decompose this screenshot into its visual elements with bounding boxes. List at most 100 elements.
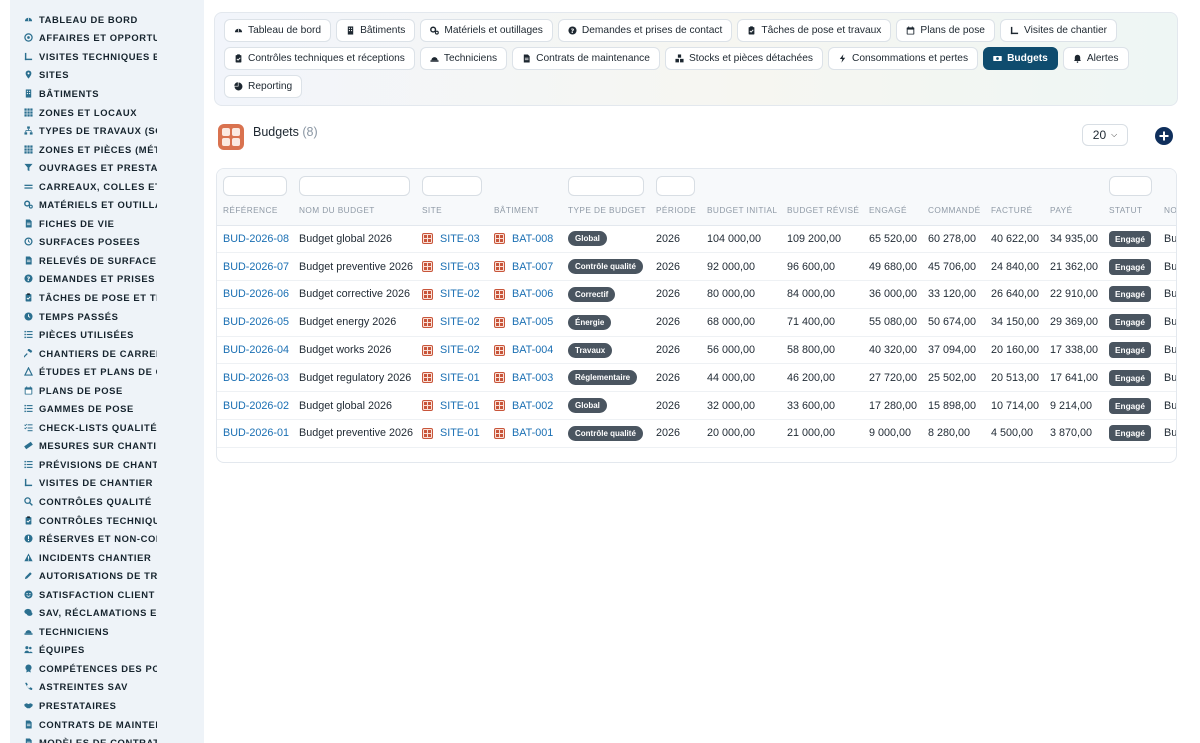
- building-link[interactable]: BAT-008: [512, 233, 553, 245]
- column-header[interactable]: STATUT: [1103, 196, 1158, 226]
- sidebar-item[interactable]: MATÉRIELS ET OUTILLAGES: [10, 195, 204, 214]
- table-row[interactable]: BUD-2026-01 Budget preventive 2026 SITE-01…: [217, 419, 1176, 448]
- site-link[interactable]: SITE-02: [440, 316, 480, 328]
- budget-reference-link[interactable]: BUD-2026-03: [223, 372, 289, 384]
- site-link[interactable]: SITE-01: [440, 427, 480, 439]
- filter-type-input[interactable]: [568, 176, 644, 196]
- budget-reference-link[interactable]: BUD-2026-02: [223, 400, 289, 412]
- nav-tab[interactable]: Contrats de maintenance: [512, 47, 660, 70]
- budget-reference-link[interactable]: BUD-2026-07: [223, 261, 289, 273]
- sidebar-item[interactable]: SATISFACTION CLIENT: [10, 585, 204, 604]
- building-link[interactable]: BAT-002: [512, 400, 553, 412]
- sidebar-item[interactable]: TABLEAU DE BORD: [10, 10, 204, 29]
- column-header[interactable]: BUDGET RÉVISÉ: [781, 196, 863, 226]
- sidebar-item[interactable]: RELEVÉS DE SURFACES: [10, 251, 204, 270]
- budget-reference-link[interactable]: BUD-2026-06: [223, 288, 289, 300]
- table-row[interactable]: BUD-2026-03 Budget regulatory 2026 SITE-01…: [217, 363, 1176, 393]
- column-header[interactable]: PÉRIODE: [650, 196, 701, 226]
- building-link[interactable]: BAT-007: [512, 261, 553, 273]
- column-header[interactable]: NOTES: [1158, 196, 1176, 226]
- nav-tab[interactable]: Stocks et pièces détachées: [664, 47, 823, 70]
- budget-reference-link[interactable]: BUD-2026-04: [223, 344, 289, 356]
- budget-reference-link[interactable]: BUD-2026-01: [223, 427, 289, 439]
- table-row[interactable]: BUD-2026-08 Budget global 2026 SITE-03 BAT-…: [217, 225, 1176, 254]
- column-header[interactable]: FACTURÉ: [985, 196, 1044, 226]
- nav-tab[interactable]: Techniciens: [419, 47, 508, 70]
- sidebar-item[interactable]: ASTREINTES SAV: [10, 678, 204, 697]
- site-link[interactable]: SITE-02: [440, 344, 480, 356]
- sidebar-item[interactable]: OUVRAGES ET PRESTATIONS: [10, 158, 204, 177]
- nav-tab[interactable]: Tableau de bord: [224, 19, 332, 42]
- sidebar-item[interactable]: VISITES DE CHANTIER: [10, 474, 204, 493]
- building-link[interactable]: BAT-004: [512, 344, 553, 356]
- column-header[interactable]: RÉFÉRENCE: [217, 196, 293, 226]
- sidebar-item[interactable]: TÂCHES DE POSE ET TRAVAUX: [10, 288, 204, 307]
- sidebar-item[interactable]: SITES: [10, 66, 204, 85]
- sidebar-item[interactable]: CHANTIERS DE CARRELAGE: [10, 344, 204, 363]
- nav-tab[interactable]: Contrôles techniques et réceptions: [224, 47, 415, 70]
- filter-reference-input[interactable]: [223, 176, 287, 196]
- building-link[interactable]: BAT-006: [512, 288, 553, 300]
- nav-tab[interactable]: Tâches de pose et travaux: [737, 19, 892, 42]
- column-header[interactable]: ENGAGÉ: [863, 196, 922, 226]
- sidebar-item[interactable]: CONTRATS DE MAINTENANCE: [10, 715, 204, 734]
- column-header[interactable]: COMMANDÉ: [922, 196, 985, 226]
- sidebar-item[interactable]: CONTRÔLES TECHNIQUES: [10, 511, 204, 530]
- column-header[interactable]: NOM DU BUDGET: [293, 196, 416, 226]
- nav-tab[interactable]: Visites de chantier: [999, 19, 1118, 42]
- sidebar-item[interactable]: ? DEMANDES ET PRISES DE CONTACT: [10, 270, 204, 289]
- sidebar-item[interactable]: AFFAIRES ET OPPORTUNITÉS: [10, 29, 204, 48]
- budget-reference-link[interactable]: BUD-2026-08: [223, 233, 289, 245]
- column-header[interactable]: SITE: [416, 196, 488, 226]
- table-row[interactable]: BUD-2026-02 Budget global 2026 SITE-01 BAT-…: [217, 391, 1176, 421]
- site-link[interactable]: SITE-01: [440, 400, 480, 412]
- sidebar-item[interactable]: ZONES ET LOCAUX: [10, 103, 204, 122]
- site-link[interactable]: SITE-02: [440, 288, 480, 300]
- building-link[interactable]: BAT-003: [512, 372, 553, 384]
- building-link[interactable]: BAT-005: [512, 316, 553, 328]
- filter-period-input[interactable]: [656, 176, 695, 196]
- sidebar-item[interactable]: ÉQUIPES: [10, 641, 204, 660]
- nav-tab[interactable]: Matériels et outillages: [420, 19, 553, 42]
- filter-name-input[interactable]: [299, 176, 410, 196]
- sidebar-item[interactable]: MODÈLES DE CONTRATS: [10, 733, 204, 743]
- budget-reference-link[interactable]: BUD-2026-05: [223, 316, 289, 328]
- column-header[interactable]: BUDGET INITIAL: [701, 196, 781, 226]
- nav-tab[interactable]: Reporting: [224, 75, 303, 98]
- sidebar-item[interactable]: AUTORISATIONS DE TRAVAUX: [10, 566, 204, 585]
- sidebar-item[interactable]: CONTRÔLES QUALITÉ: [10, 492, 204, 511]
- sidebar-item[interactable]: CHECK-LISTS QUALITÉ: [10, 418, 204, 437]
- add-budget-button[interactable]: [1155, 127, 1173, 145]
- building-link[interactable]: BAT-001: [512, 427, 553, 439]
- column-header[interactable]: PAYÉ: [1044, 196, 1103, 226]
- nav-tab[interactable]: ? Demandes et prises de contact: [557, 19, 733, 42]
- nav-tab[interactable]: Bâtiments: [336, 19, 416, 42]
- column-header[interactable]: TYPE DE BUDGET: [562, 196, 650, 226]
- sidebar-item[interactable]: ÉTUDES ET PLANS DE CALEPINAGE: [10, 362, 204, 381]
- site-link[interactable]: SITE-03: [440, 233, 480, 245]
- sidebar-item[interactable]: VISITES TECHNIQUES ET RELEVÉS: [10, 47, 204, 66]
- nav-tab[interactable]: Plans de pose: [896, 19, 995, 42]
- sidebar-item[interactable]: PIÈCES UTILISÉES: [10, 325, 204, 344]
- sidebar-item[interactable]: TYPES DE TRAVAUX (SOLS): [10, 121, 204, 140]
- sidebar-item[interactable]: INCIDENTS CHANTIER: [10, 548, 204, 567]
- sidebar-item[interactable]: TECHNICIENS: [10, 622, 204, 641]
- sidebar-item[interactable]: PLANS DE POSE: [10, 381, 204, 400]
- sidebar-item[interactable]: PRESTATAIRES: [10, 696, 204, 715]
- column-header[interactable]: BÂTIMENT: [488, 196, 562, 226]
- site-link[interactable]: SITE-03: [440, 261, 480, 273]
- sidebar-item[interactable]: SURFACES POSEES: [10, 233, 204, 252]
- sidebar-item[interactable]: BÂTIMENTS: [10, 84, 204, 103]
- filter-status-input[interactable]: [1109, 176, 1152, 196]
- sidebar-item[interactable]: TEMPS PASSÉS: [10, 307, 204, 326]
- sidebar-item[interactable]: FICHES DE VIE: [10, 214, 204, 233]
- sidebar-item[interactable]: ZONES ET PIÈCES (MÉTRÉS): [10, 140, 204, 159]
- table-row[interactable]: BUD-2026-04 Budget works 2026 SITE-02 BAT-0…: [217, 336, 1176, 365]
- sidebar-item[interactable]: CARREAUX, COLLES ET JOINTS: [10, 177, 204, 196]
- sidebar-item[interactable]: COMPÉTENCES DES POSEURS: [10, 659, 204, 678]
- per-page-select[interactable]: 20 ⌵: [1082, 124, 1128, 146]
- sidebar-item[interactable]: RÉSERVES ET NON-CONFORMITÉS: [10, 529, 204, 548]
- sidebar-item[interactable]: PRÉVISIONS DE CHANTIER: [10, 455, 204, 474]
- nav-tab[interactable]: Consommations et pertes: [827, 47, 979, 70]
- nav-tab[interactable]: Budgets: [983, 47, 1058, 70]
